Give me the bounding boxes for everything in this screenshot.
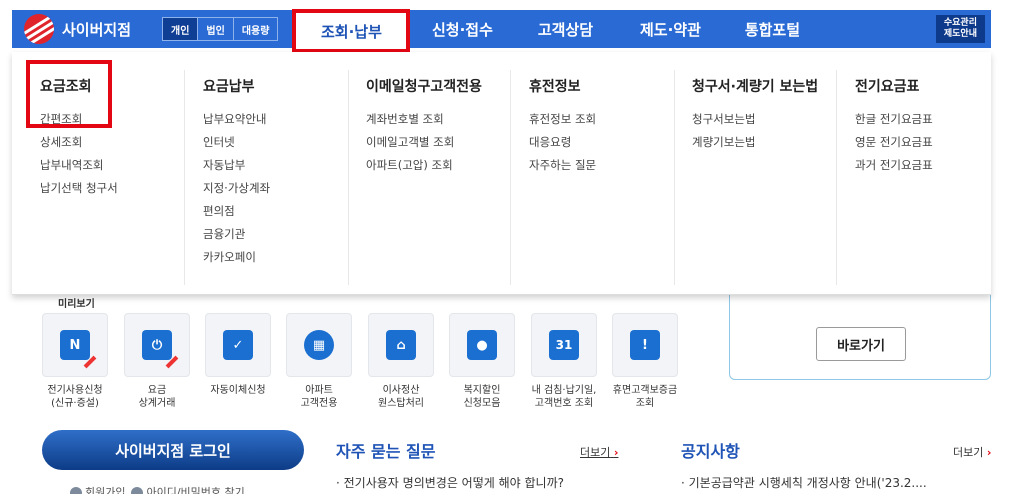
- arrow-circle-icon: [70, 487, 82, 494]
- menu-policy-terms[interactable]: 제도·약관: [616, 10, 724, 48]
- quick-label[interactable]: 복지할인 신청모음: [439, 384, 525, 410]
- cyber-branch-login-button[interactable]: 사이버지점 로그인: [42, 430, 304, 470]
- checklist-icon: ✓: [223, 330, 253, 360]
- demand-management-button[interactable]: 수요관리 제도안내: [935, 15, 985, 43]
- notice-more-link[interactable]: 더보기 ›: [953, 444, 991, 460]
- quick-label[interactable]: 아파트 고객전용: [276, 384, 362, 410]
- menu-application[interactable]: 신청·접수: [410, 10, 514, 48]
- menu-link[interactable]: 대응요령: [529, 131, 596, 154]
- menu-link[interactable]: 계량기보는법: [692, 131, 818, 154]
- menu-link[interactable]: 납기선택 청구서: [40, 177, 118, 200]
- column-title[interactable]: 청구서·계량기 보는법: [692, 76, 818, 95]
- menu-column-email-billing: 이메일청구고객전용 계좌번호별 조회 이메일고객별 조회 아파트(고압) 조회: [366, 76, 482, 177]
- menu-link[interactable]: 영문 전기요금표: [855, 131, 933, 154]
- quick-label[interactable]: 이사정산 원스탑처리: [358, 384, 444, 410]
- menu-link[interactable]: 지정·가상계좌: [203, 177, 270, 200]
- divider: [184, 70, 185, 285]
- menu-link[interactable]: 이메일고객별 조회: [366, 131, 482, 154]
- quick-tile-auto-transfer[interactable]: ✓: [205, 313, 271, 377]
- house-icon: ⌂: [386, 330, 416, 360]
- menu-column-outage-info: 휴전정보 휴전정보 조회 대응요령 자주하는 질문: [529, 76, 596, 177]
- menu-link[interactable]: 계좌번호별 조회: [366, 108, 482, 131]
- menu-link[interactable]: 상세조회: [40, 131, 118, 154]
- column-title[interactable]: 이메일청구고객전용: [366, 76, 482, 95]
- menu-link[interactable]: 자주하는 질문: [529, 154, 596, 177]
- demand-management-line1: 수요관리: [943, 18, 977, 28]
- column-title[interactable]: 휴전정보: [529, 76, 596, 95]
- building-icon: ▦: [304, 330, 334, 360]
- quick-tile-electricity-application[interactable]: N: [42, 313, 108, 377]
- tab-corporate[interactable]: 법인: [198, 18, 234, 40]
- login-links: 회원가입 아이디/비밀번호 찾기: [70, 484, 245, 494]
- notice-item[interactable]: · 기본공급약관 시행세칙 개정사항 안내('23.2....: [681, 474, 927, 491]
- menu-integrated-portal[interactable]: 통합포털: [724, 10, 820, 48]
- arrow-circle-icon: [131, 487, 144, 494]
- menu-link[interactable]: 편의점: [203, 200, 270, 223]
- column-title[interactable]: 전기요금표: [855, 76, 933, 95]
- menu-link[interactable]: 청구서보는법: [692, 108, 818, 131]
- menu-link[interactable]: 납부요약안내: [203, 108, 270, 131]
- quick-label[interactable]: 자동이체신청: [195, 384, 281, 397]
- menu-link[interactable]: 금융기관: [203, 223, 270, 246]
- shortcut-button[interactable]: 바로가기: [816, 327, 906, 361]
- menu-link[interactable]: 자동납부: [203, 154, 270, 177]
- calendar-icon: 31: [549, 330, 579, 360]
- tab-large-volume[interactable]: 대용량: [234, 18, 278, 40]
- menu-column-payment: 요금납부 납부요약안내 인터넷 자동납부 지정·가상계좌 편의점 금융기관 카카…: [203, 76, 270, 269]
- menu-link[interactable]: 한글 전기요금표: [855, 108, 933, 131]
- top-navigation: 사이버지점 개인 법인 대용량 조회·납부 신청·접수 고객상담 제도·약관 통…: [12, 9, 991, 53]
- menu-link[interactable]: 카카오페이: [203, 246, 270, 269]
- demand-management-line2: 제도안내: [943, 29, 977, 39]
- brand-name: 사이버지점: [62, 20, 132, 39]
- divider: [836, 70, 837, 285]
- person-card-icon: ●: [467, 330, 497, 360]
- tab-personal[interactable]: 개인: [163, 18, 199, 40]
- menu-customer-support[interactable]: 고객상담: [514, 10, 616, 48]
- menu-link[interactable]: 휴전정보 조회: [529, 108, 596, 131]
- column-title[interactable]: 요금납부: [203, 76, 270, 95]
- quick-label[interactable]: 휴면고객보증금 조회: [602, 384, 688, 410]
- chevron-right-icon: ›: [986, 446, 992, 459]
- menu-link[interactable]: 과거 전기요금표: [855, 154, 933, 177]
- menu-column-rate-table: 전기요금표 한글 전기요금표 영문 전기요금표 과거 전기요금표: [855, 76, 933, 177]
- plug-icon: ⏻: [142, 330, 179, 369]
- alert-doc-icon: !: [630, 330, 660, 360]
- quick-tile-meter-date[interactable]: 31: [531, 313, 597, 377]
- menu-column-bill-meter-guide: 청구서·계량기 보는법 청구서보는법 계량기보는법: [692, 76, 818, 154]
- quick-tile-apartment[interactable]: ▦: [286, 313, 352, 377]
- quick-label[interactable]: 요금 상계거래: [114, 384, 200, 410]
- divider: [510, 70, 511, 285]
- quick-menu-title: 미리보기: [58, 299, 95, 310]
- faq-more-link[interactable]: 더보기 ›: [580, 444, 618, 460]
- divider: [674, 70, 675, 285]
- quick-tile-rate-offset[interactable]: ⏻: [124, 313, 190, 377]
- quick-label[interactable]: 내 검침·납기일, 고객번호 조회: [521, 384, 607, 410]
- brand-logo[interactable]: 사이버지점: [24, 14, 156, 44]
- faq-title: 자주 묻는 질문: [336, 442, 436, 461]
- faq-item[interactable]: · 전기사용자 명의변경은 어떻게 해야 합니까?: [336, 474, 564, 491]
- highlight-box: [26, 60, 112, 128]
- quick-label[interactable]: 전기사용신청 (신규·증설): [32, 384, 118, 410]
- divider: [348, 70, 349, 285]
- user-type-tabs: 개인 법인 대용량: [162, 17, 279, 41]
- page: 사이버지점 개인 법인 대용량 조회·납부 신청·접수 고객상담 제도·약관 통…: [0, 0, 1011, 494]
- signup-link[interactable]: 회원가입: [70, 484, 125, 494]
- kepco-logo-icon: [24, 14, 54, 44]
- document-n-icon: N: [60, 330, 97, 369]
- menu-link[interactable]: 인터넷: [203, 131, 270, 154]
- chevron-right-icon: ›: [613, 446, 619, 459]
- menu-link[interactable]: 아파트(고압) 조회: [366, 154, 482, 177]
- main-menu: 조회·납부 신청·접수 고객상담 제도·약관 통합포털: [292, 9, 820, 53]
- quick-tile-moving-settlement[interactable]: ⌂: [368, 313, 434, 377]
- find-account-link[interactable]: 아이디/비밀번호 찾기: [131, 484, 245, 494]
- menu-link[interactable]: 납부내역조회: [40, 154, 118, 177]
- notice-title: 공지사항: [681, 442, 740, 461]
- mega-menu: 요금조회 간편조회 상세조회 납부내역조회 납기선택 청구서 요금납부 납부요약…: [12, 52, 991, 295]
- quick-tile-dormant-deposit[interactable]: !: [612, 313, 678, 377]
- quick-tile-welfare-discount[interactable]: ●: [449, 313, 515, 377]
- menu-inquiry-payment[interactable]: 조회·납부: [292, 9, 411, 53]
